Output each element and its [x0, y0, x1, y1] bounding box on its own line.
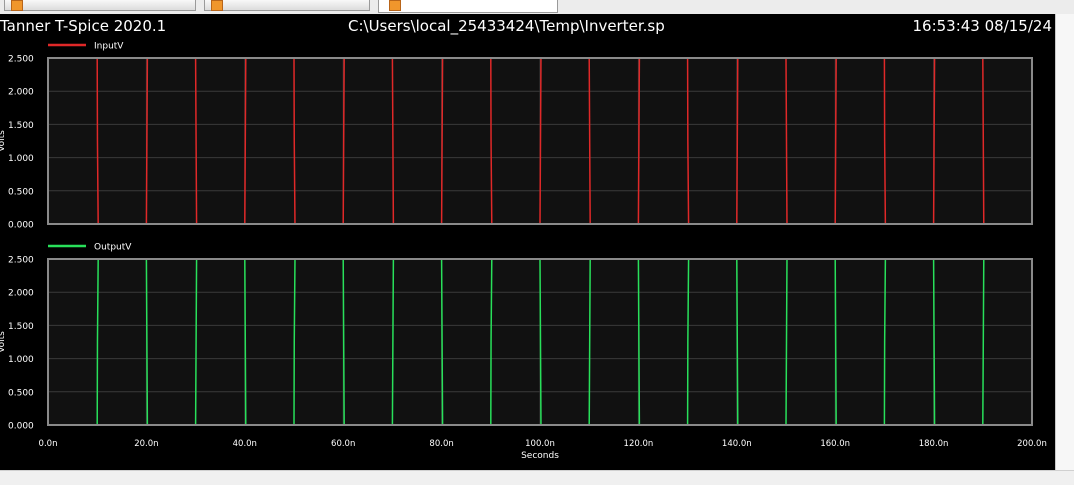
x-tick-label: 160.0n — [820, 439, 850, 449]
x-tick-label: 20.0n — [134, 439, 158, 449]
y-tick-label: 1.000 — [8, 355, 34, 365]
x-tick-label: 40.0n — [233, 439, 257, 449]
simulation-timestamp: 16:53:43 08/15/24 — [912, 17, 1052, 35]
spice-file-icon — [211, 0, 223, 11]
y-tick-label: 0.500 — [8, 388, 34, 398]
y-tick-label: 1.000 — [8, 154, 34, 164]
window-edge — [1055, 14, 1074, 470]
legend-label: InputV — [94, 42, 124, 52]
x-tick-label: 180.0n — [919, 439, 949, 449]
y-tick-label: 1.500 — [8, 322, 34, 332]
y-tick-label: 2.500 — [8, 55, 34, 65]
y-tick-label: 1.500 — [8, 121, 34, 131]
y-axis-label: Volts — [0, 331, 7, 353]
x-tick-label: 120.0n — [624, 439, 654, 449]
x-tick-label: 80.0n — [429, 439, 453, 449]
y-tick-label: 2.000 — [8, 88, 34, 98]
y-axis-label: Volts — [0, 130, 7, 152]
x-tick-label: 140.0n — [722, 439, 752, 449]
waveform-viewer: Tanner T-Spice 2020.1 C:\Users\local_254… — [0, 14, 1056, 470]
spice-file-icon — [11, 0, 23, 11]
x-tick-label: 200.0n — [1017, 439, 1047, 449]
spice-file-icon — [389, 0, 401, 11]
legend-label: OutputV — [94, 243, 132, 253]
y-tick-label: 0.000 — [8, 422, 34, 432]
x-axis-label: Seconds — [521, 451, 559, 461]
x-tick-label: 100.0n — [525, 439, 555, 449]
status-bar — [0, 470, 1074, 485]
y-tick-label: 2.000 — [8, 289, 34, 299]
output-chart: 0.000 0.500 1.000 1.500 2.000 2.500 0.0n 20.0n 4… — [0, 243, 1047, 462]
y-tick-label: 2.500 — [8, 256, 34, 266]
x-tick-label: 0.0n — [39, 439, 58, 449]
waveform-charts[interactable]: 0.000 0.500 1.000 1.500 2.000 2.500 Volts Input… — [0, 14, 1056, 470]
input-chart: 0.000 0.500 1.000 1.500 2.000 2.500 Volts Input… — [0, 42, 1033, 231]
document-tab-active[interactable] — [378, 0, 558, 13]
y-tick-label: 0.000 — [8, 221, 34, 231]
app-title: Tanner T-Spice 2020.1 — [0, 17, 167, 35]
file-path: C:\Users\local_25433424\Temp\Inverter.sp — [348, 17, 665, 35]
x-tick-label: 60.0n — [331, 439, 355, 449]
y-tick-label: 0.500 — [8, 187, 34, 197]
document-tab[interactable] — [4, 0, 196, 11]
document-tab-strip — [0, 0, 1074, 15]
document-tab[interactable] — [204, 0, 370, 11]
